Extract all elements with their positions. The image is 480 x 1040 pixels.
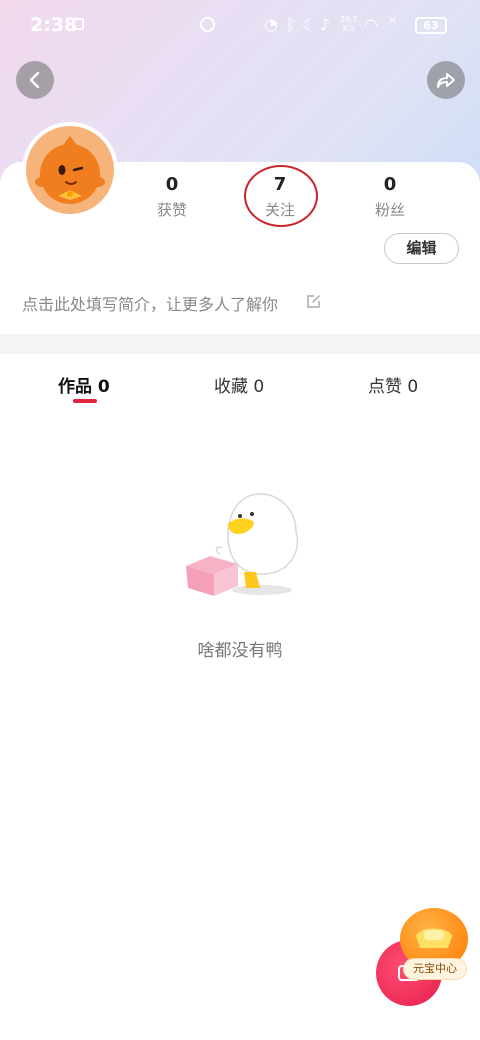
- battery-indicator: 63: [415, 17, 447, 34]
- notification-app-icon: [72, 18, 84, 30]
- mute-bell-icon: ♪: [320, 15, 331, 34]
- avatar-mascot-image: [26, 126, 114, 214]
- empty-state-message: 啥都没有鸭: [197, 641, 283, 661]
- chevron-left-icon: [29, 71, 40, 89]
- signal-off-icon: ×: [388, 13, 398, 26]
- wifi-icon: ◠: [364, 15, 378, 34]
- stat-fans[interactable]: 0 粉丝: [340, 174, 440, 220]
- active-tab-indicator: [73, 399, 97, 403]
- stat-likes[interactable]: 0 获赞: [122, 174, 222, 220]
- likes-count: 0: [165, 174, 179, 195]
- fans-label: 粉丝: [374, 201, 405, 219]
- edit-profile-button[interactable]: 编辑: [384, 233, 459, 264]
- sync-icon: [200, 17, 215, 32]
- fans-count: 0: [383, 174, 397, 195]
- tab-works[interactable]: 作品 0: [58, 372, 110, 397]
- bluetooth-icon: ᛒ: [286, 15, 296, 34]
- moon-icon: ☾: [302, 15, 317, 34]
- tab-liked[interactable]: 点赞 0: [368, 372, 418, 397]
- following-highlight-ring: [244, 165, 318, 227]
- likes-label: 获赞: [156, 201, 187, 219]
- share-button[interactable]: [427, 61, 465, 99]
- section-divider: [0, 334, 480, 354]
- ingot-center-label[interactable]: 元宝中心: [403, 958, 467, 980]
- status-time: 2:38: [30, 14, 78, 36]
- avatar[interactable]: [22, 122, 118, 218]
- back-button[interactable]: [16, 61, 54, 99]
- tab-collections[interactable]: 收藏 0: [214, 372, 264, 397]
- edit-pencil-icon[interactable]: [306, 294, 321, 309]
- network-speed: 29.5 K/s: [340, 15, 358, 33]
- empty-duck-illustration: [186, 493, 299, 596]
- speedometer-icon: ◔: [264, 15, 278, 34]
- share-arrow-icon: [437, 73, 455, 88]
- status-bar: 2:38 ◔ ᛒ ☾ ♪ 29.5 K/s ◠ × 63: [0, 0, 480, 54]
- status-icons: ◔ ᛒ ☾ ♪ 29.5 K/s ◠ × 63: [262, 13, 472, 38]
- bio-placeholder[interactable]: 点击此处填写简介，让更多人了解你: [22, 291, 278, 315]
